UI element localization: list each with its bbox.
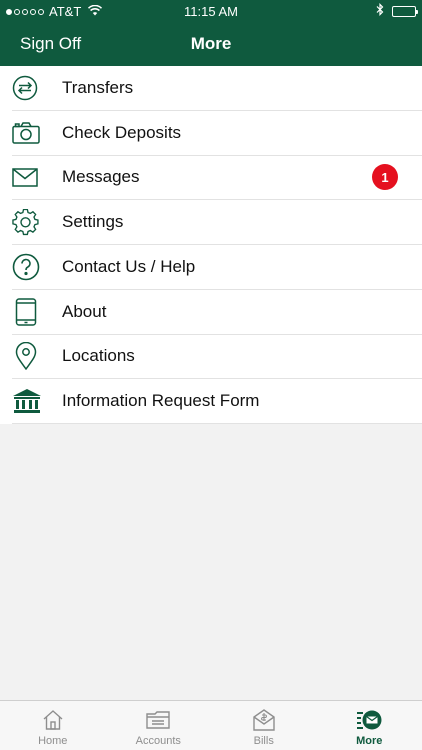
bill-envelope-icon <box>253 707 275 733</box>
menu-item-contact-help[interactable]: Contact Us / Help <box>12 245 422 290</box>
menu-label-transfers: Transfers <box>62 77 134 97</box>
sign-off-button[interactable]: Sign Off <box>20 34 81 54</box>
menu-item-messages[interactable]: Messages 1 <box>12 156 422 201</box>
tab-bar: Home Accounts Bills More <box>0 700 422 750</box>
bank-building-icon <box>12 386 52 416</box>
more-menu-list: Transfers Check Deposits Messages 1 Sett… <box>0 66 422 424</box>
envelope-icon <box>12 162 52 192</box>
menu-label-about: About <box>62 301 107 321</box>
tab-accounts[interactable]: Accounts <box>106 701 212 750</box>
transfer-arrows-icon <box>12 73 52 103</box>
navigation-bar: Sign Off More <box>0 22 422 66</box>
gear-icon <box>12 207 52 237</box>
bluetooth-icon <box>376 3 384 19</box>
tab-bills[interactable]: Bills <box>211 701 317 750</box>
camera-icon <box>12 118 52 148</box>
status-right <box>376 3 418 19</box>
phone-device-icon <box>12 297 52 327</box>
tab-label-home: Home <box>38 735 68 747</box>
map-pin-icon <box>12 341 52 371</box>
menu-item-information-request-form[interactable]: Information Request Form <box>12 379 422 424</box>
menu-label-check-deposits: Check Deposits <box>62 122 182 142</box>
tab-label-accounts: Accounts <box>135 735 181 747</box>
menu-label-contact-help: Contact Us / Help <box>62 256 196 276</box>
status-time: 11:15 AM <box>184 4 238 19</box>
tab-more[interactable]: More <box>317 701 422 750</box>
menu-item-about[interactable]: About <box>12 290 422 335</box>
folder-icon <box>146 707 170 733</box>
tab-label-bills: Bills <box>253 735 274 747</box>
question-circle-icon <box>12 252 52 282</box>
status-bar: AT&T 11:15 AM <box>0 0 422 22</box>
menu-item-check-deposits[interactable]: Check Deposits <box>12 111 422 156</box>
menu-label-settings: Settings <box>62 212 124 232</box>
menu-label-messages: Messages <box>62 167 140 187</box>
tab-label-more: More <box>356 735 383 747</box>
unread-count-badge: 1 <box>372 164 398 191</box>
tab-home[interactable]: Home <box>0 701 106 750</box>
menu-label-locations: Locations <box>62 346 135 366</box>
menu-item-transfers[interactable]: Transfers <box>12 66 422 111</box>
menu-item-settings[interactable]: Settings <box>12 200 422 245</box>
menu-label-information-request-form: Information Request Form <box>62 391 260 411</box>
more-list-icon <box>356 707 382 733</box>
battery-icon <box>392 5 418 17</box>
menu-item-locations[interactable]: Locations <box>12 335 422 380</box>
house-icon <box>42 707 64 733</box>
